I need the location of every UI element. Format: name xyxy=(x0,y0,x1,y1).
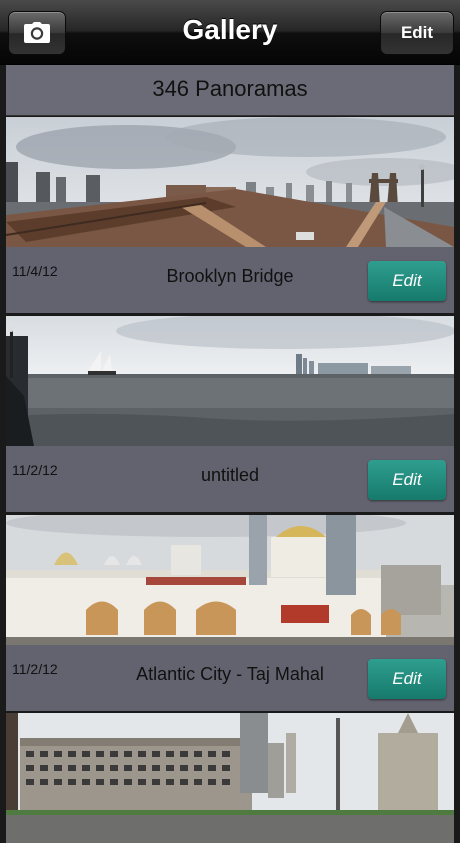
panorama-thumbnail[interactable] xyxy=(6,316,454,446)
panorama-info-bar: 11/4/12 Brooklyn Bridge Edit xyxy=(6,247,454,313)
edit-panorama-button[interactable]: Edit xyxy=(368,460,446,500)
panorama-thumbnail[interactable] xyxy=(6,117,454,247)
panorama-thumbnail[interactable] xyxy=(6,515,454,645)
panorama-thumbnail[interactable] xyxy=(6,713,454,843)
edit-panorama-button[interactable]: Edit xyxy=(368,659,446,699)
panorama-info-bar: 11/2/12 Atlantic City - Taj Mahal Edit xyxy=(6,645,454,711)
panorama-info-bar: 11/2/12 untitled Edit xyxy=(6,446,454,512)
panorama-count: 346 Panoramas xyxy=(6,65,454,116)
edit-gallery-button[interactable]: Edit xyxy=(380,11,454,55)
navigation-bar: Gallery Edit xyxy=(0,0,460,65)
edit-panorama-button[interactable]: Edit xyxy=(368,261,446,301)
